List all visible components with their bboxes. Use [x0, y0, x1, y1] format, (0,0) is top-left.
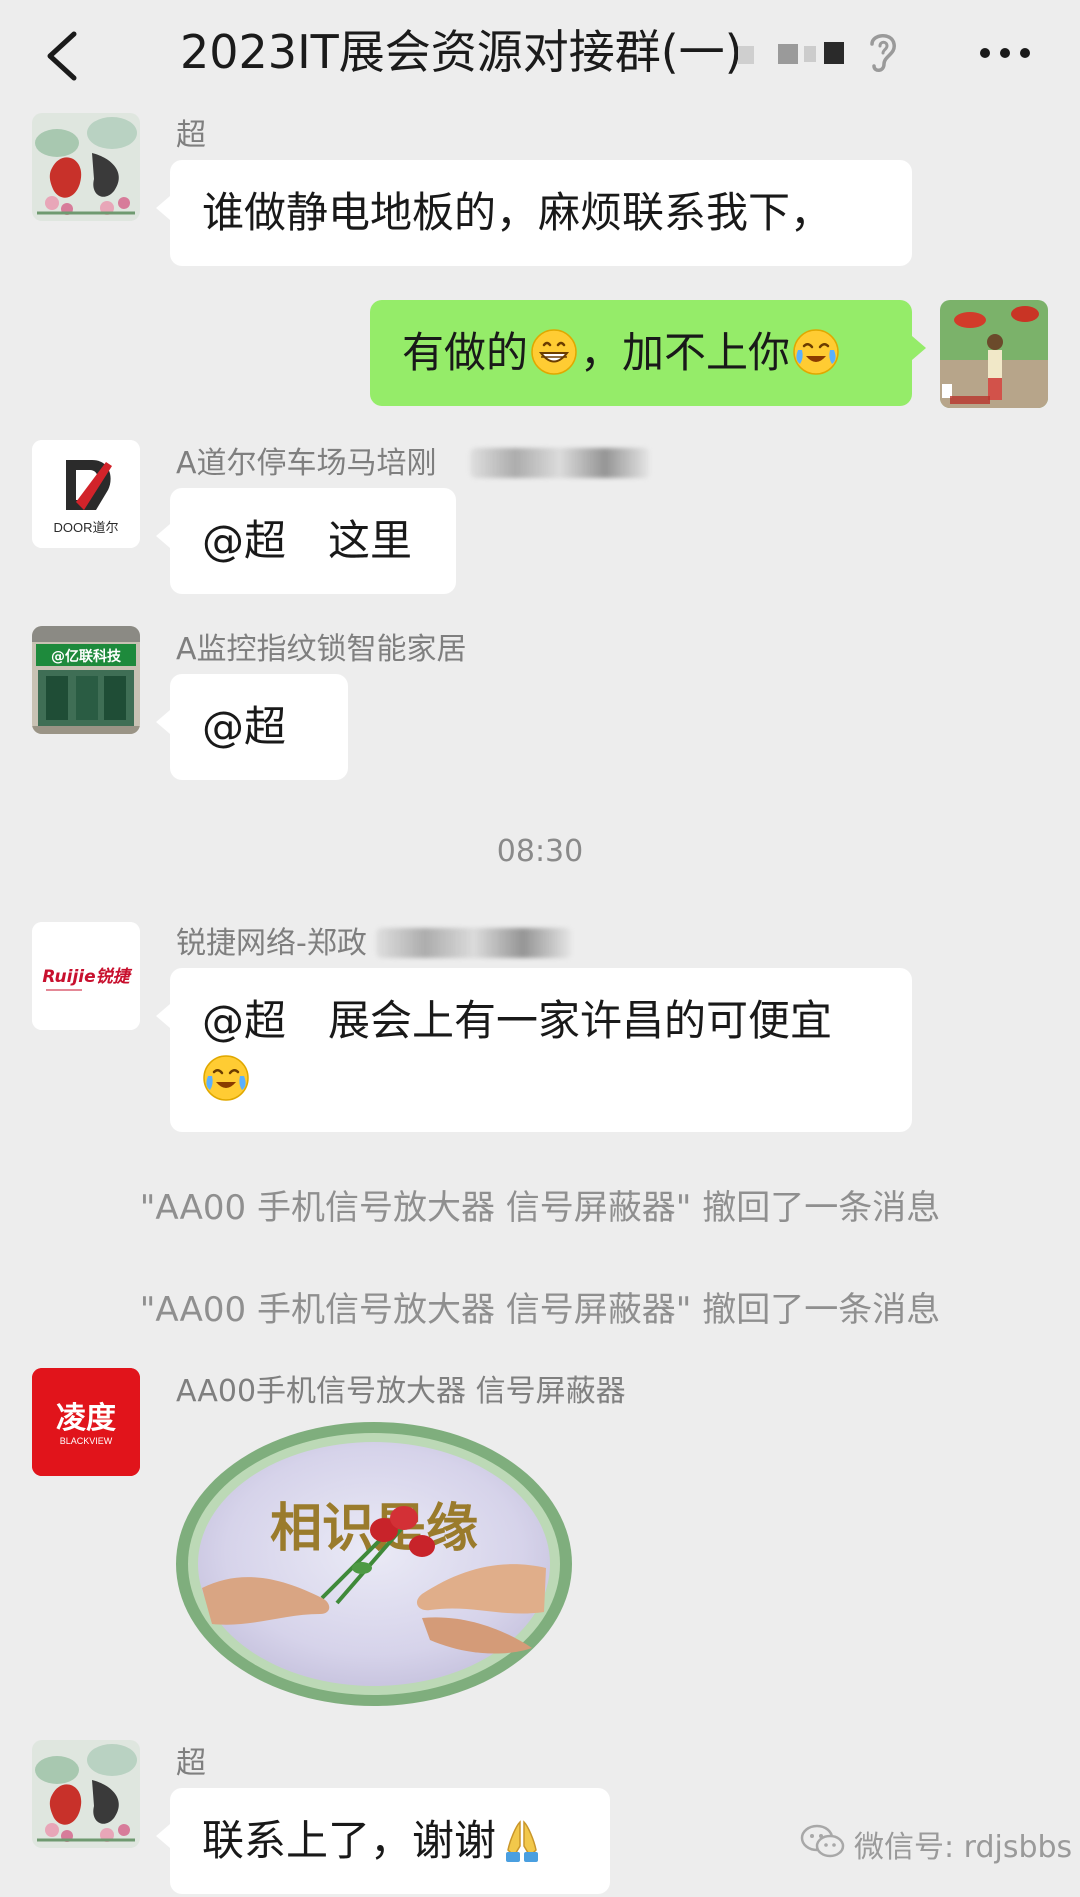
ear-icon — [862, 28, 902, 76]
bubble-arrow — [912, 336, 926, 360]
sender-name: 锐捷网络-郑政 — [176, 926, 367, 961]
message-bubble[interactable]: @超 — [156, 674, 348, 780]
bubble-arrow — [156, 1824, 170, 1848]
grinning-emoji — [531, 329, 577, 375]
message-bubble[interactable]: 联系上了，谢谢 — [156, 1788, 610, 1894]
watermark-text: 微信号: rdjsbbs — [854, 1830, 1073, 1865]
message-text: @超 这里 — [202, 516, 413, 565]
message-text: ，加不上你 — [580, 328, 791, 377]
door-logo-text: DOOR道尔 — [53, 520, 118, 535]
avatar-lingdu[interactable]: 凌度 BLACKVIEW — [32, 1368, 140, 1476]
lingdu-logo-text: 凌度 — [56, 1401, 116, 1436]
chat-title: 2023IT展会资源对接群(一) — [180, 25, 743, 79]
sticker-image[interactable]: 相识是缘 — [172, 1418, 576, 1710]
top-bar: 2023IT展会资源对接群(一) — [0, 0, 1080, 110]
sender-name: A监控指纹锁智能家居 — [176, 632, 467, 667]
blurred-member-count — [730, 34, 845, 74]
bubble-arrow — [156, 710, 170, 734]
yilian-sign-text: @亿联科技 — [51, 648, 122, 665]
sender-name: A道尔停车场马培刚 — [176, 446, 437, 481]
avatar-ruijie[interactable]: Ruijie锐捷 — [32, 922, 140, 1030]
message-text: @超 — [202, 702, 287, 751]
blurred-sender-suffix — [376, 928, 572, 958]
recall-notice: "AA00 手机信号放大器 信号屏蔽器" 撤回了一条消息 — [139, 1290, 941, 1330]
message-text: 有做的 — [402, 328, 529, 377]
timestamp: 08:30 — [496, 834, 584, 869]
sender-name: AA00手机信号放大器 信号屏蔽器 — [176, 1374, 626, 1409]
avatar-me[interactable] — [940, 300, 1048, 408]
sender-name: 超 — [176, 1746, 206, 1781]
recall-notice: "AA00 手机信号放大器 信号屏蔽器" 撤回了一条消息 — [139, 1188, 941, 1228]
chevron-left-icon[interactable] — [30, 20, 100, 90]
avatar-chao[interactable] — [32, 1740, 140, 1848]
message-text: 联系上了，谢谢 — [202, 1816, 497, 1865]
my-message-bubble[interactable]: 有做的 ，加不上你 — [370, 300, 926, 406]
blurred-sender-suffix — [470, 448, 650, 478]
more-dots-icon[interactable] — [970, 28, 1040, 78]
avatar-door[interactable]: DOOR道尔 — [32, 440, 140, 548]
bubble-arrow — [156, 524, 170, 548]
bubble-arrow — [156, 1004, 170, 1028]
avatar-yilian[interactable]: @亿联科技 — [32, 626, 140, 734]
folded-hands-emoji — [506, 1820, 539, 1862]
ruijie-logo-text: Ruijie锐捷 — [42, 967, 132, 987]
avatar-chao[interactable] — [32, 113, 140, 221]
message-text: @超 展会上有一家许昌的可便宜 — [202, 996, 833, 1045]
crying-laughing-emoji — [203, 1055, 249, 1101]
message-bubble[interactable]: @超 这里 — [156, 488, 456, 594]
wechat-icon — [800, 1824, 846, 1860]
message-bubble[interactable]: @超 展会上有一家许昌的可便宜 — [156, 968, 912, 1132]
bubble-arrow — [156, 196, 170, 220]
message-bubble[interactable]: 谁做静电地板的，麻烦联系我下， — [156, 160, 912, 266]
message-text: 谁做静电地板的，麻烦联系我下， — [202, 188, 833, 237]
sender-name: 超 — [176, 118, 206, 153]
crying-laughing-emoji — [793, 329, 839, 375]
blackview-logo-text: BLACKVIEW — [60, 1436, 113, 1446]
